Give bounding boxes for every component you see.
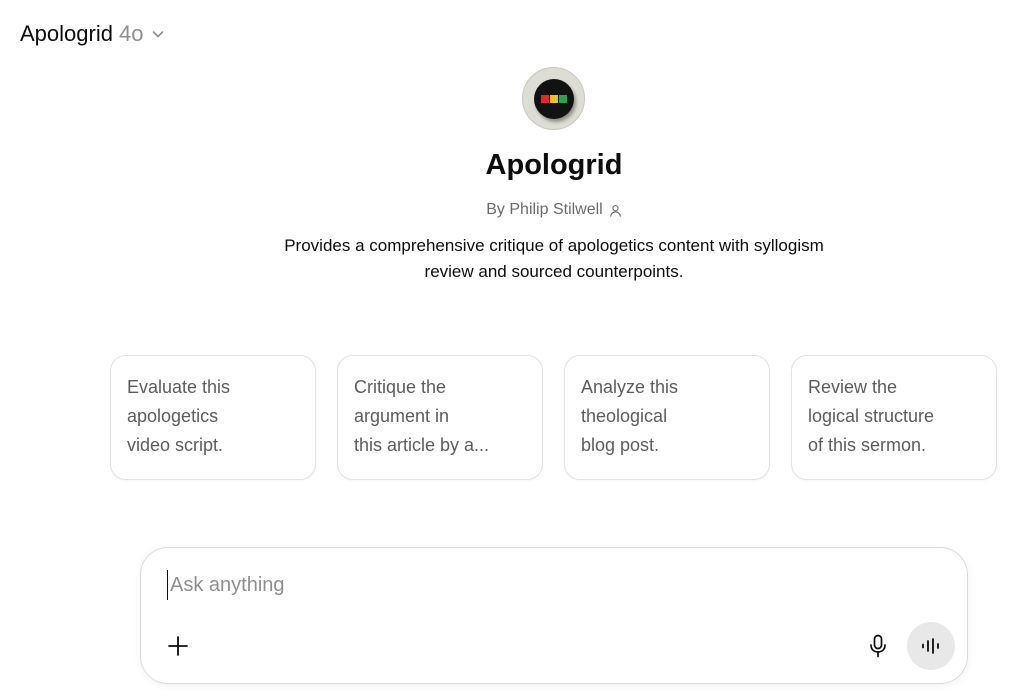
starter-card[interactable]: Review the logical structure of this ser…	[791, 355, 997, 480]
red-square	[540, 94, 549, 103]
traffic-light-logo-icon	[533, 78, 574, 119]
model-name: Apologrid	[20, 21, 113, 46]
starter-line: this article by a...	[354, 435, 490, 455]
starter-line: Critique the	[354, 377, 447, 397]
yellow-square	[549, 94, 558, 103]
author-label: By Philip Stilwell	[486, 201, 603, 218]
starter-line: of this sermon.	[808, 435, 927, 455]
starter-line: apologetics	[127, 406, 219, 426]
person-icon	[609, 204, 621, 217]
chevron-down-icon	[153, 31, 164, 38]
model-selector[interactable]: Apologrid 4o	[20, 20, 165, 48]
starter-line: Evaluate this	[127, 377, 231, 397]
attach-button[interactable]	[165, 633, 191, 659]
dictate-button[interactable]	[865, 633, 891, 659]
starter-line: logical structure	[808, 406, 935, 426]
chat-page: Apologrid 4o Apologrid By Philip Stilwel…	[0, 0, 1023, 698]
message-input[interactable]	[167, 570, 867, 600]
starter-line: Review the	[808, 377, 898, 397]
gpt-title: Apologrid	[485, 149, 623, 181]
voice-mode-icon	[922, 638, 939, 654]
starter-card[interactable]: Critique the argument in this article by…	[337, 355, 543, 480]
conversation-starters: Evaluate this apologetics video script. …	[110, 355, 997, 480]
green-square	[558, 94, 567, 103]
gpt-author[interactable]: By Philip Stilwell	[0, 199, 1023, 221]
starter-card[interactable]: Analyze this theological blog post.	[564, 355, 770, 480]
gpt-avatar	[522, 67, 585, 130]
starter-line: argument in	[354, 406, 450, 426]
microphone-icon	[870, 634, 886, 658]
starter-line: Analyze this	[581, 377, 679, 397]
composer	[140, 547, 968, 684]
starter-line: theological	[581, 406, 668, 426]
plus-icon	[168, 636, 188, 656]
starter-card[interactable]: Evaluate this apologetics video script.	[110, 355, 316, 480]
starter-line: blog post.	[581, 435, 660, 455]
model-version: 4o	[118, 21, 144, 46]
voice-mode-button[interactable]	[907, 622, 955, 670]
gpt-description: Provides a comprehensive critique of apo…	[284, 236, 824, 281]
starter-line: video script.	[127, 435, 224, 455]
